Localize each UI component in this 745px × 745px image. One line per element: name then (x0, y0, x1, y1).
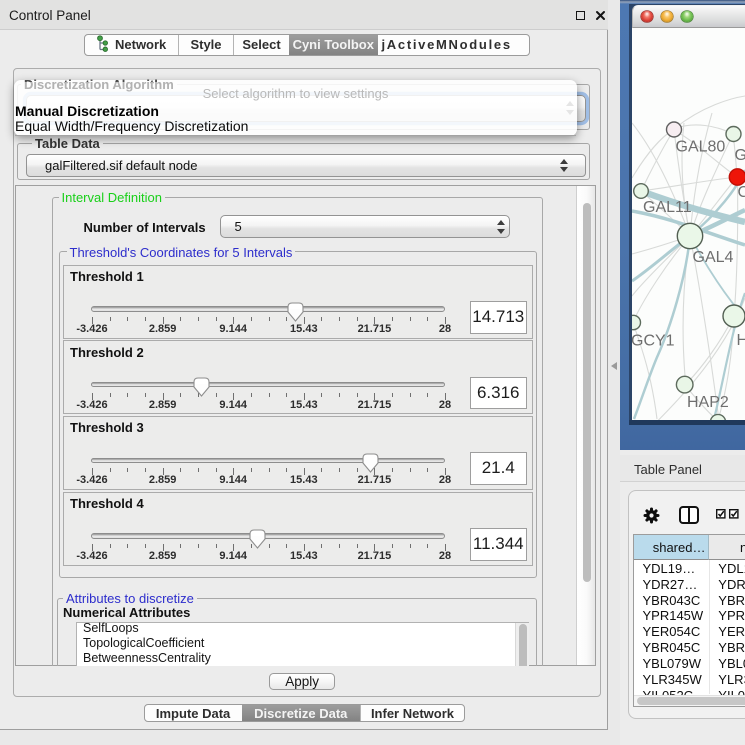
svg-text:GAL11: GAL11 (643, 199, 692, 216)
svg-text:GAL80: GAL80 (676, 139, 726, 156)
svg-text:GAL4: GAL4 (693, 249, 734, 266)
svg-text:GCY1: GCY1 (632, 333, 675, 350)
svg-text:GAL3: GAL3 (735, 147, 745, 164)
svg-text:CDC1: CDC1 (738, 184, 745, 201)
svg-text:HIS4: HIS4 (737, 332, 745, 349)
svg-text:HAP2: HAP2 (687, 394, 729, 411)
